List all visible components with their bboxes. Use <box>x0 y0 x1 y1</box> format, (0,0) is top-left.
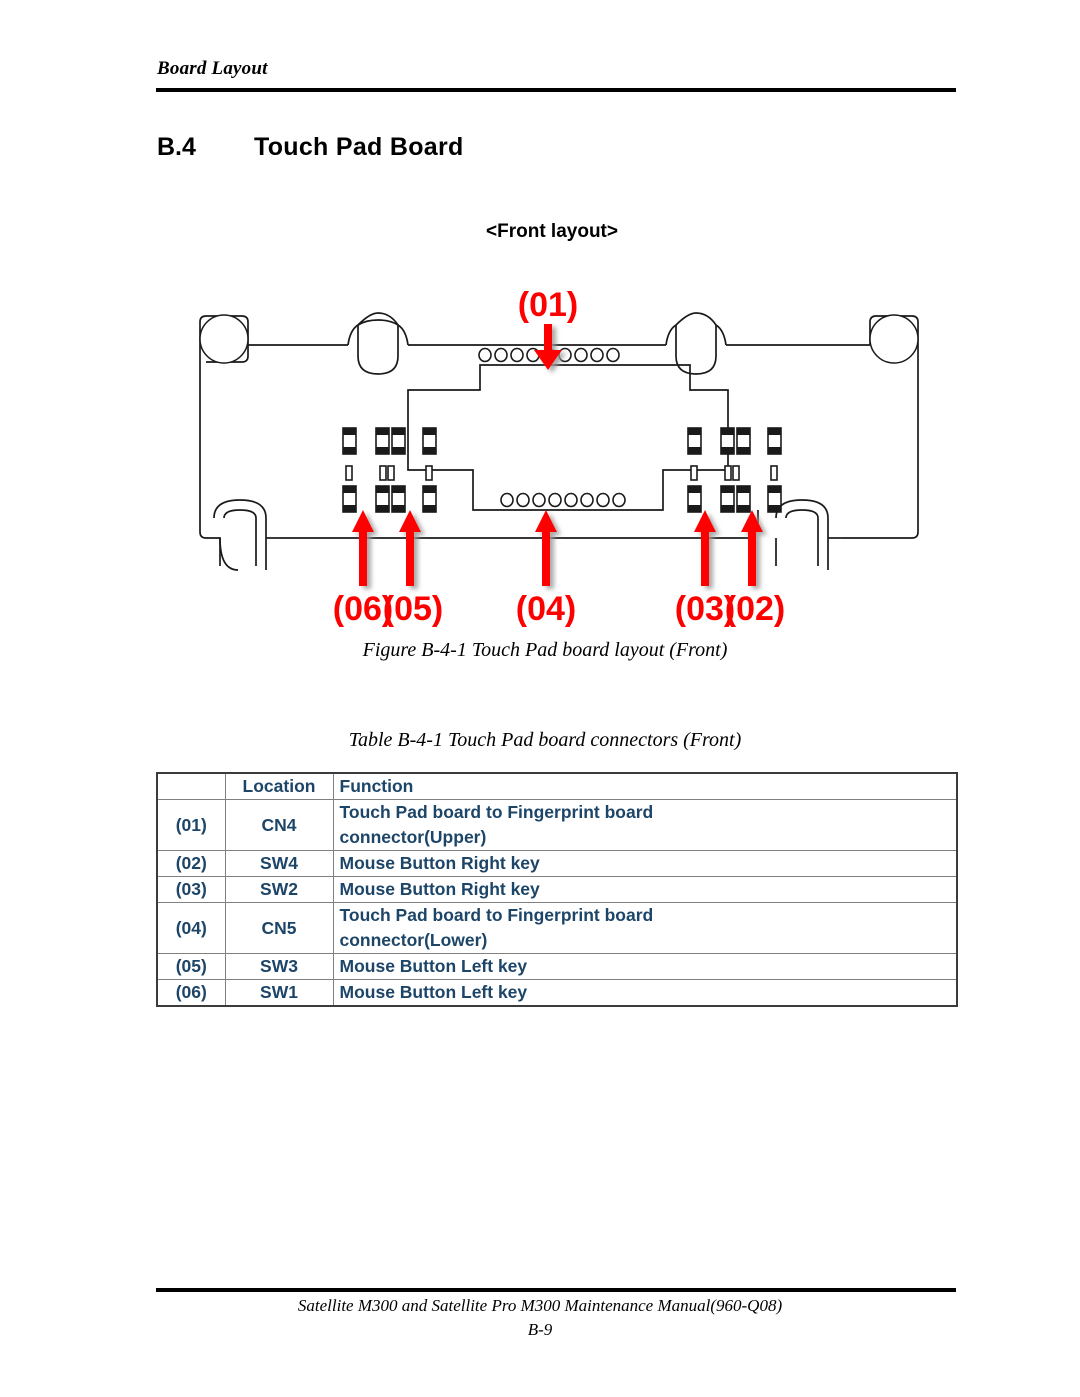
row-index: (01) <box>156 799 226 851</box>
column-header-function: Function <box>332 772 958 800</box>
callout-label-02: (02) <box>725 590 785 628</box>
callout-arrow-05 <box>399 510 421 586</box>
row-index: (05) <box>156 953 226 980</box>
row-function-line2: connector(Upper) <box>339 827 487 847</box>
table-row: (02) SW4 Mouse Button Right key <box>156 850 958 877</box>
table-row: (03) SW2 Mouse Button Right key <box>156 876 958 903</box>
chip-outline <box>407 364 729 511</box>
callout-arrow-01 <box>534 324 562 370</box>
footer-manual-title: Satellite M300 and Satellite Pro M300 Ma… <box>297 1296 783 1315</box>
row-function: Mouse Button Right key <box>332 850 958 877</box>
row-index: (06) <box>156 979 226 1007</box>
row-location: SW2 <box>224 876 334 903</box>
row-function: Touch Pad board to Fingerprint board con… <box>332 799 958 851</box>
row-function: Mouse Button Left key <box>332 953 958 980</box>
connectors-table: Location Function (01) CN4 Touch Pad boa… <box>156 772 958 1007</box>
row-index: (02) <box>156 850 226 877</box>
running-header: Board Layout <box>157 58 268 79</box>
section-number: B.4 <box>157 133 196 161</box>
table-row: (01) CN4 Touch Pad board to Fingerprint … <box>156 799 958 851</box>
column-header-index <box>156 772 226 800</box>
callout-label-05: (05) <box>383 590 443 628</box>
row-function: Touch Pad board to Fingerprint board con… <box>332 902 958 954</box>
connector-pins-lower <box>500 492 626 508</box>
row-index: (04) <box>156 902 226 954</box>
table-header-row: Location Function <box>156 772 958 800</box>
row-location: SW4 <box>224 850 334 877</box>
callout-arrow-02 <box>741 510 763 586</box>
table-row: (04) CN5 Touch Pad board to Fingerprint … <box>156 902 958 954</box>
figure-caption: Figure B-4-1 Touch Pad board layout (Fro… <box>362 639 728 661</box>
row-function: Mouse Button Left key <box>332 979 958 1007</box>
row-location: CN5 <box>224 902 334 954</box>
column-header-location: Location <box>224 772 334 800</box>
table-row: (06) SW1 Mouse Button Left key <box>156 979 958 1007</box>
footer-page-number: B-9 <box>527 1320 553 1339</box>
table-row: (05) SW3 Mouse Button Left key <box>156 953 958 980</box>
footer-rule <box>156 1288 956 1292</box>
row-function-line2: connector(Lower) <box>339 930 488 950</box>
callout-arrow-03 <box>694 510 716 586</box>
table-caption: Table B-4-1 Touch Pad board connectors (… <box>348 729 742 751</box>
callout-arrow-04 <box>535 510 557 586</box>
row-location: CN4 <box>224 799 334 851</box>
board-layout-figure: (01) (06) (05) (04) (03) (02) <box>180 270 940 630</box>
row-index: (03) <box>156 876 226 903</box>
row-function: Mouse Button Right key <box>332 876 958 903</box>
row-location: SW3 <box>224 953 334 980</box>
row-function-line1: Touch Pad board to Fingerprint board <box>339 802 654 822</box>
callout-arrow-06 <box>352 510 374 586</box>
document-page: Board Layout B.4 Touch Pad Board <Front … <box>0 0 1080 1397</box>
front-layout-label: <Front layout> <box>486 221 618 242</box>
callout-label-01: (01) <box>518 286 578 324</box>
row-function-line1: Touch Pad board to Fingerprint board <box>339 905 654 925</box>
row-location: SW1 <box>224 979 334 1007</box>
header-rule <box>156 88 956 92</box>
page-title: Touch Pad Board <box>254 133 464 161</box>
callout-label-04: (04) <box>516 590 576 628</box>
